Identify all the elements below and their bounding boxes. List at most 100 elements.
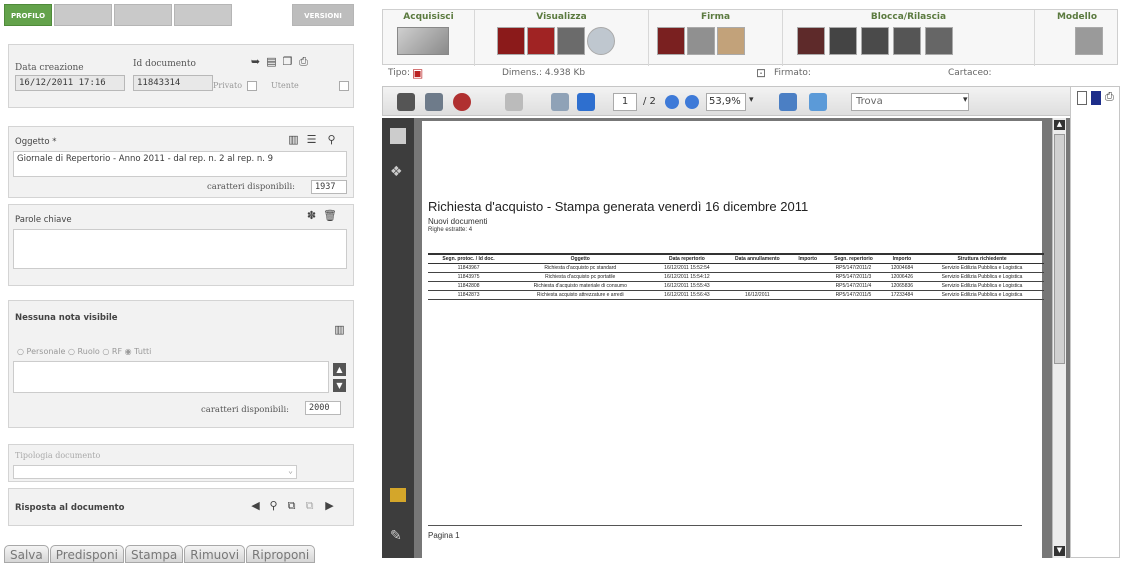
zoom-dropdown-icon[interactable]: ▾ [749, 95, 754, 105]
comments-icon[interactable] [390, 488, 406, 502]
id-documento-field: 11843314 [133, 75, 213, 91]
radio-tutti-label: Tutti [134, 347, 152, 356]
version-icon[interactable] [1091, 91, 1101, 105]
radio-tutti[interactable]: ◉ Tutti [125, 347, 152, 356]
oggetto-chars-count: 1937 [311, 180, 347, 194]
previous-page-icon[interactable] [551, 93, 569, 111]
trash-icon[interactable]: 🗑 [323, 209, 337, 222]
right-side-panel: ⎙ [1070, 86, 1120, 558]
copy-icon[interactable]: ❐ [281, 55, 294, 68]
radio-rf[interactable]: ○ RF [102, 347, 122, 356]
print-icon[interactable] [397, 93, 415, 111]
save-icon[interactable] [425, 93, 443, 111]
risposta-label: Risposta al documento [15, 503, 125, 513]
pdf-report-title: Richiesta d'acquisto - Stampa generata v… [428, 199, 809, 214]
keywords-icon[interactable]: ✽ [305, 209, 318, 222]
confirm-icon[interactable] [925, 27, 953, 55]
table-cell: Servizio Edilizia Pubblica e Logistica [920, 272, 1044, 282]
print-icon[interactable]: ⎙ [297, 55, 310, 68]
zoom-out-icon[interactable] [665, 95, 679, 109]
print-icon[interactable]: ⎙ [1105, 91, 1117, 103]
scroll-thumb[interactable] [1054, 134, 1065, 364]
group-firma: Firma [649, 10, 783, 66]
pdf-report-count: Righe estratte: 4 [428, 227, 473, 233]
table-cell [722, 263, 793, 273]
checkin-icon[interactable] [829, 27, 857, 55]
stampa-button[interactable]: Stampa [124, 545, 184, 563]
table-cell: 17233484 [883, 290, 921, 300]
utente-checkbox[interactable] [339, 81, 349, 91]
salva-button[interactable]: Salva [4, 545, 49, 563]
cosign-icon[interactable] [687, 27, 715, 55]
tipologia-box: Tipologia documento ⌄ [8, 444, 354, 482]
folder-icon[interactable]: ▤ [265, 55, 278, 68]
edit-pdf-icon[interactable] [527, 27, 555, 55]
view-pdf-icon[interactable] [497, 27, 525, 55]
share-icon[interactable] [453, 93, 471, 111]
zoom-in-icon[interactable] [685, 95, 699, 109]
add-note-icon[interactable]: ▥ [333, 323, 346, 336]
comment-icon[interactable] [505, 93, 523, 111]
note-textarea[interactable] [13, 361, 329, 393]
id-documento-label: Id documento [133, 59, 196, 69]
table-row: 11843967 Richiesta d'acquisto pc standar… [428, 263, 1044, 273]
attachment-icon[interactable]: ✎ [390, 528, 402, 544]
arrow-left-icon[interactable]: ◀ [249, 499, 262, 512]
table-cell: Richiesta d'acquisto pc standard [509, 263, 652, 273]
sign-icon[interactable] [657, 27, 685, 55]
stamp-icon[interactable] [717, 27, 745, 55]
release-icon[interactable] [861, 27, 889, 55]
find-input[interactable]: Trova [851, 93, 969, 111]
tab-versioni[interactable]: VERSIONI [292, 4, 354, 26]
radio-personale[interactable]: ○ Personale [17, 347, 65, 356]
table-cell: 16/12/2011 15:56:43 [651, 290, 723, 300]
fit-page-icon[interactable] [809, 93, 827, 111]
group-modello-title: Modello [1056, 12, 1098, 22]
pages-icon[interactable] [390, 128, 406, 144]
tab-profilo[interactable]: PROFILO [4, 4, 53, 26]
scroll-up-arrow-icon[interactable]: ▲ [1054, 120, 1065, 130]
rimuovi-button[interactable]: Rimuovi [184, 545, 246, 563]
search-icon[interactable]: ⚲ [267, 499, 280, 512]
undo-checkout-icon[interactable] [893, 27, 921, 55]
cartaceo-label: Cartaceo: [948, 68, 992, 78]
find-dropdown-icon[interactable]: ▾ [963, 95, 968, 105]
document-icon[interactable]: ▥ [287, 133, 300, 146]
scroll-up-icon[interactable]: ▲ [333, 363, 346, 376]
tab-empty-1[interactable] [54, 4, 113, 26]
radio-ruolo[interactable]: ○ Ruolo [68, 347, 100, 356]
search-person-icon[interactable]: ⚲ [325, 133, 338, 146]
view-image-icon[interactable] [557, 27, 585, 55]
zoom-view-icon[interactable] [587, 27, 615, 55]
page-number-input[interactable]: 1 [613, 93, 637, 111]
send-icon[interactable]: ➥ [249, 55, 262, 68]
checkout-icon[interactable] [797, 27, 825, 55]
scroll-down-arrow-icon[interactable]: ▼ [1054, 546, 1065, 556]
template-icon[interactable] [1075, 27, 1103, 55]
fit-width-icon[interactable] [779, 93, 797, 111]
bookmarks-icon[interactable]: ❖ [390, 164, 406, 180]
arrow-right-icon[interactable]: ▶ [323, 499, 336, 512]
document-meta-row: Tipo: ▣ Dimens.: 4.938 Kb ⊡ Firmato: Car… [382, 66, 1118, 82]
parole-chiave-field[interactable] [13, 229, 347, 269]
riproponi-button[interactable]: Riproponi [246, 545, 316, 563]
info-icon[interactable]: ⊡ [756, 66, 766, 80]
next-page-icon[interactable] [577, 93, 595, 111]
parole-chiave-label: Parole chiave [15, 215, 72, 225]
predisponi-button[interactable]: Predisponi [49, 545, 124, 563]
tab-empty-3[interactable] [174, 4, 233, 26]
oggetto-textarea[interactable]: Giornale di Repertorio - Anno 2011 - dal… [13, 151, 347, 177]
link-icon[interactable]: ⧉ [285, 499, 298, 512]
privato-checkbox[interactable] [247, 81, 257, 91]
link-disabled-icon[interactable]: ⧉ [303, 499, 316, 512]
scanner-icon[interactable] [397, 27, 449, 55]
group-firma-title: Firma [700, 12, 731, 22]
tipologia-select[interactable]: ⌄ [13, 465, 297, 479]
scroll-down-icon[interactable]: ▼ [333, 379, 346, 392]
tab-empty-2[interactable] [114, 4, 173, 26]
pdf-vertical-scrollbar[interactable]: ▲ ▼ [1052, 118, 1066, 558]
document-icon[interactable] [1077, 91, 1087, 105]
zoom-select[interactable]: 53,9% [706, 93, 746, 111]
list-icon[interactable]: ☰ [305, 133, 318, 146]
column-header: Segn. repertorio [823, 253, 884, 264]
